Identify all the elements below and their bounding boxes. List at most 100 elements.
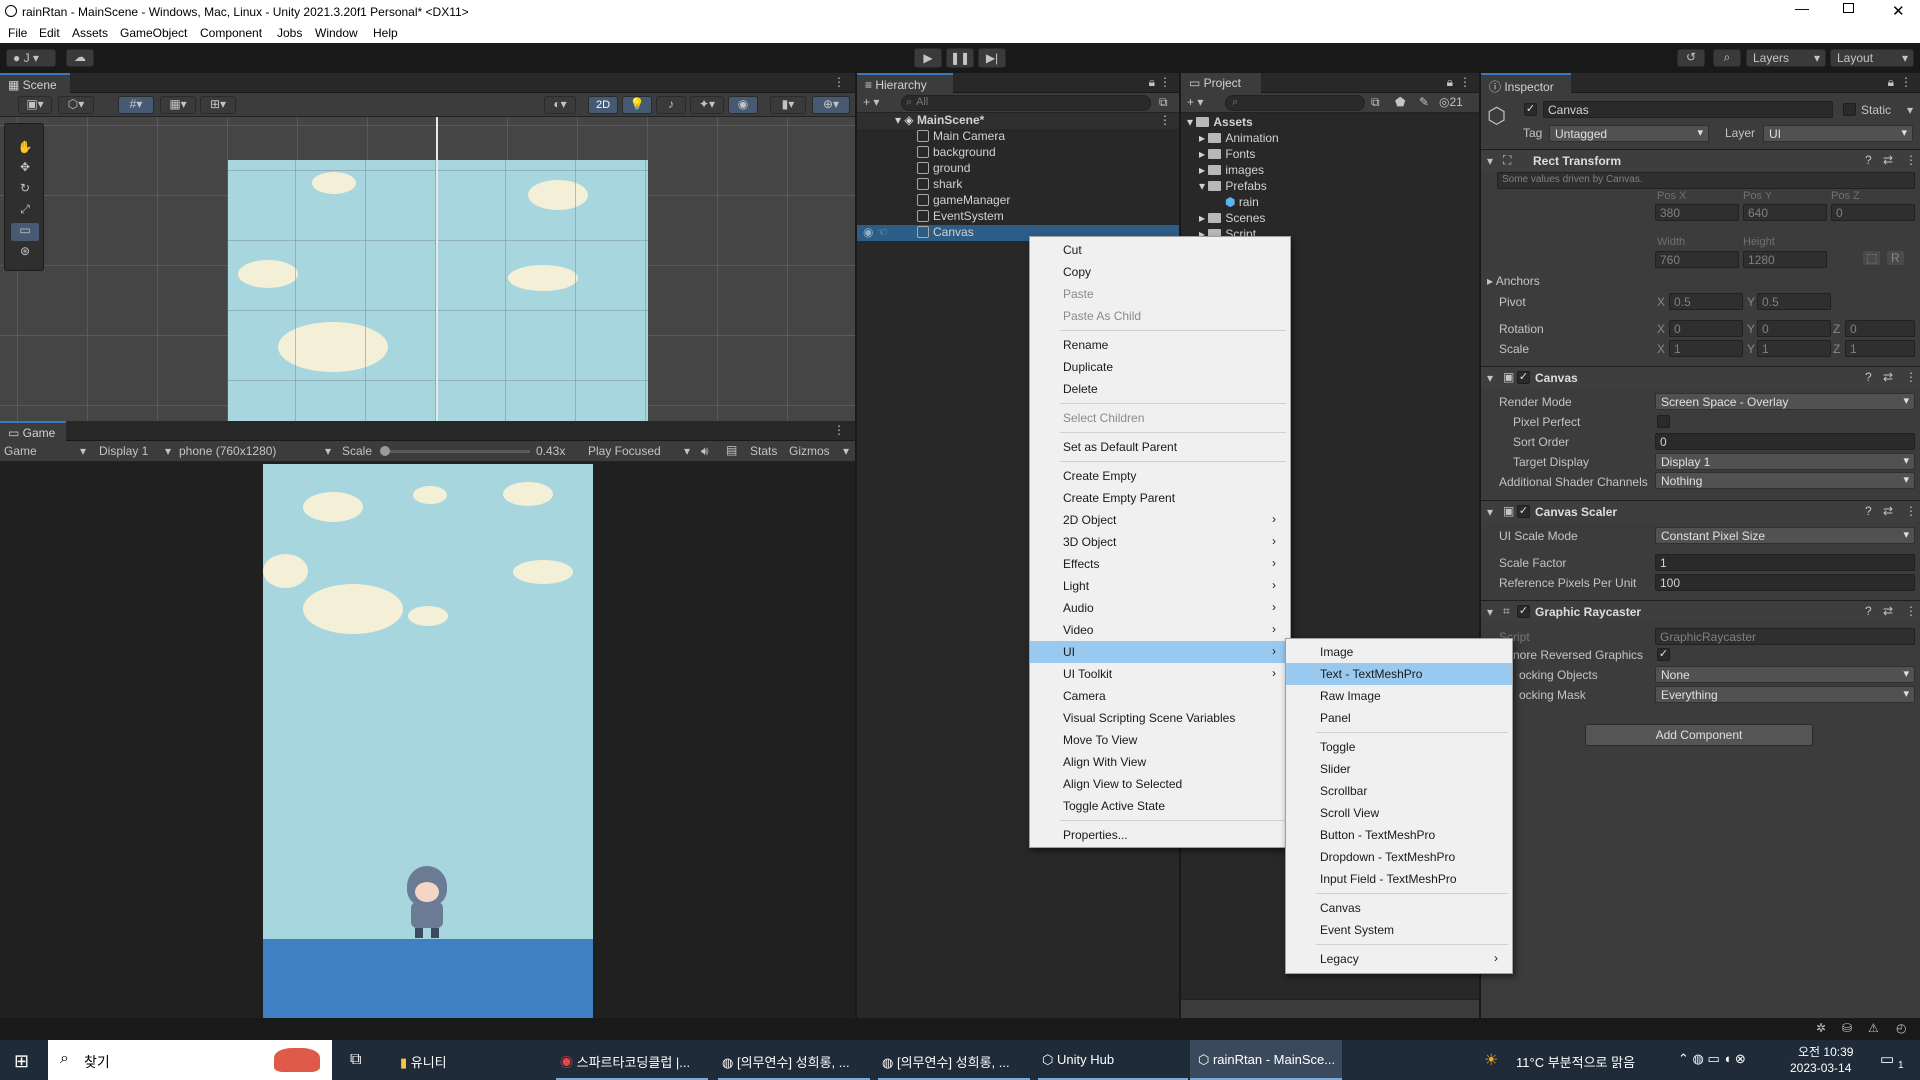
help-icon[interactable]: ?	[1865, 604, 1872, 618]
help-icon[interactable]: ?	[1865, 504, 1872, 518]
camera-button[interactable]: ▮▾	[770, 96, 806, 114]
game-more-icon[interactable]: ⋮	[833, 423, 845, 437]
taskbar-app-unity-hub[interactable]: ⬡ Unity Hub	[1038, 1040, 1188, 1080]
menu-component[interactable]: Component	[200, 26, 262, 40]
presets-icon[interactable]: ⇄	[1883, 504, 1893, 518]
hierarchy-lock-icon[interactable]: 🔒︎	[1149, 75, 1155, 90]
static-dropdown-icon[interactable]: ▾	[1907, 103, 1913, 117]
presets-icon[interactable]: ⇄	[1883, 604, 1893, 618]
inspector-lock-icon[interactable]: 🔒︎	[1888, 75, 1894, 90]
canvas-enabled-checkbox[interactable]: ✓	[1517, 371, 1530, 384]
layers-dropdown[interactable]: Layers ▾	[1746, 49, 1826, 67]
tab-inspector[interactable]: ⓘ Inspector	[1481, 73, 1571, 94]
submenu-item-text-textmeshpro[interactable]: Text - TextMeshPro	[1286, 663, 1512, 685]
menu-gameobject[interactable]: GameObject	[120, 26, 187, 40]
move-tool-icon[interactable]: ✥	[11, 160, 39, 178]
blocking-mask-dropdown[interactable]: Everything	[1655, 686, 1915, 703]
clock-time[interactable]: 오전 10:39	[1798, 1043, 1853, 1060]
close-button[interactable]: ✕	[1892, 2, 1905, 20]
active-checkbox[interactable]: ✓	[1524, 103, 1537, 116]
tab-hierarchy[interactable]: ≡ Hierarchy	[857, 73, 953, 93]
menu-file[interactable]: File	[8, 26, 27, 40]
target-display-dropdown[interactable]: Display 1	[1655, 453, 1915, 470]
raycaster-enabled-checkbox[interactable]: ✓	[1517, 605, 1530, 618]
hierarchy-item-gamemanager[interactable]: gameManager	[917, 193, 1010, 207]
hierarchy-search-options-icon[interactable]: ⧉	[1159, 95, 1168, 110]
resolution-dropdown[interactable]: phone (760x1280) ▾	[179, 444, 333, 458]
cache-icon[interactable]: ⛁	[1842, 1021, 1852, 1035]
component-menu-icon[interactable]: ⋮	[1905, 604, 1917, 618]
task-view-icon[interactable]: ⧉	[350, 1051, 361, 1069]
sort-order-field[interactable]: 0	[1655, 433, 1915, 450]
menu-item-align-view-to-selected[interactable]: Align View to Selected	[1030, 773, 1290, 795]
clock-date[interactable]: 2023-03-14	[1790, 1061, 1851, 1075]
history-icon[interactable]: ↺	[1677, 49, 1705, 67]
hand-tool-icon[interactable]: ✋	[11, 140, 39, 158]
play-focused-dropdown[interactable]: Play Focused ▾	[588, 444, 692, 458]
static-checkbox[interactable]	[1843, 103, 1856, 116]
reference-ppu-field[interactable]: 100	[1655, 574, 1915, 591]
project-more-icon[interactable]: ⋮	[1459, 75, 1471, 89]
posz-field[interactable]: 0	[1831, 204, 1915, 221]
project-item-animation[interactable]: ▸ Animation	[1199, 131, 1279, 145]
tab-game[interactable]: ▭ Game	[0, 421, 66, 441]
submenu-item-slider[interactable]: Slider	[1286, 758, 1512, 780]
favorite-icon[interactable]: ✎	[1419, 95, 1429, 109]
submenu-item-scrollbar[interactable]: Scrollbar	[1286, 780, 1512, 802]
menu-help[interactable]: Help	[373, 26, 398, 40]
mute-audio-icon[interactable]: 🔊︎	[701, 444, 709, 459]
scale-factor-field[interactable]: 1	[1655, 554, 1915, 571]
menu-item-visual-scripting-variables[interactable]: Visual Scripting Scene Variables	[1030, 707, 1290, 729]
debug-icon[interactable]: ✲	[1816, 1021, 1826, 1035]
project-item-assets[interactable]: ▾ Assets	[1187, 115, 1253, 129]
menu-item-set-default-parent[interactable]: Set as Default Parent	[1030, 436, 1290, 458]
layout-dropdown[interactable]: Layout ▾	[1830, 49, 1914, 67]
taskbar-app-unity-editor[interactable]: ⬡ rainRtan - MainSce...	[1190, 1040, 1342, 1080]
add-component-button[interactable]: Add Component	[1585, 724, 1813, 746]
menu-item-audio[interactable]: Audio ›	[1030, 597, 1290, 619]
component-menu-icon[interactable]: ⋮	[1905, 153, 1917, 167]
taskbar-search[interactable]: ⌕ 찾기	[48, 1040, 332, 1080]
tag-dropdown[interactable]: Untagged	[1549, 125, 1709, 142]
hierarchy-item-background[interactable]: background	[917, 145, 996, 159]
scene-more-icon[interactable]: ⋮	[833, 75, 845, 89]
submenu-item-toggle[interactable]: Toggle	[1286, 736, 1512, 758]
hidden-packages-icon[interactable]: ◎21	[1439, 95, 1463, 109]
windows-start-icon[interactable]: ⊞	[14, 1051, 29, 1072]
project-item-fonts[interactable]: ▸ Fonts	[1199, 147, 1255, 161]
submenu-item-canvas[interactable]: Canvas	[1286, 897, 1512, 919]
hierarchy-item-main-camera[interactable]: Main Camera	[917, 129, 1005, 143]
taskbar-app-chrome-1[interactable]: ◉ 스파르타코딩클럽 |...	[556, 1040, 708, 1080]
menu-item-ui-toolkit[interactable]: UI Toolkit ›	[1030, 663, 1290, 685]
project-search[interactable]: ⌕	[1225, 95, 1365, 111]
raw-edit-button[interactable]: R	[1887, 251, 1904, 265]
layer-dropdown[interactable]: UI	[1763, 125, 1913, 142]
scale-tool-icon[interactable]: ⤢	[11, 202, 39, 220]
account-button[interactable]: ● J ▾	[6, 49, 56, 67]
taskbar-app-explorer[interactable]: ▮ 유니티	[396, 1040, 544, 1080]
hierarchy-search[interactable]: ⌕ All	[901, 95, 1151, 111]
menu-item-effects[interactable]: Effects ›	[1030, 553, 1290, 575]
step-button[interactable]: ▶|	[978, 48, 1006, 68]
weather-text[interactable]: 11°C 부분적으로 맑음	[1516, 1052, 1635, 1071]
menu-window[interactable]: Window	[315, 26, 358, 40]
submenu-item-panel[interactable]: Panel	[1286, 707, 1512, 729]
audio-button[interactable]: ♪	[656, 96, 686, 114]
scene-root[interactable]: ▾ ◈ MainScene* ⋮	[857, 113, 1179, 129]
scale-slider-handle[interactable]	[380, 446, 390, 456]
blocking-objects-dropdown[interactable]: None	[1655, 666, 1915, 683]
increment-snap-button[interactable]: ⊞▾	[200, 96, 236, 114]
menu-item-properties[interactable]: Properties...	[1030, 824, 1290, 846]
maximize-button[interactable]	[1843, 3, 1854, 13]
project-item-scenes[interactable]: ▸ Scenes	[1199, 211, 1265, 225]
grid-snap-button[interactable]: #▾	[118, 96, 154, 114]
anchors-foldout[interactable]: ▸ Anchors	[1487, 274, 1540, 288]
scene-viewport[interactable]: ✋ ✥ ↻ ⤢ ▭ ⊛	[0, 117, 855, 421]
submenu-item-button-textmeshpro[interactable]: Button - TextMeshPro	[1286, 824, 1512, 846]
ignore-reversed-checkbox[interactable]: ✓	[1657, 648, 1670, 661]
submenu-item-raw-image[interactable]: Raw Image	[1286, 685, 1512, 707]
menu-item-3d-object[interactable]: 3D Object ›	[1030, 531, 1290, 553]
rotate-tool-icon[interactable]: ↻	[11, 181, 39, 199]
tab-scene[interactable]: ▦ Scene	[0, 73, 70, 93]
ui-scale-mode-dropdown[interactable]: Constant Pixel Size	[1655, 527, 1915, 544]
